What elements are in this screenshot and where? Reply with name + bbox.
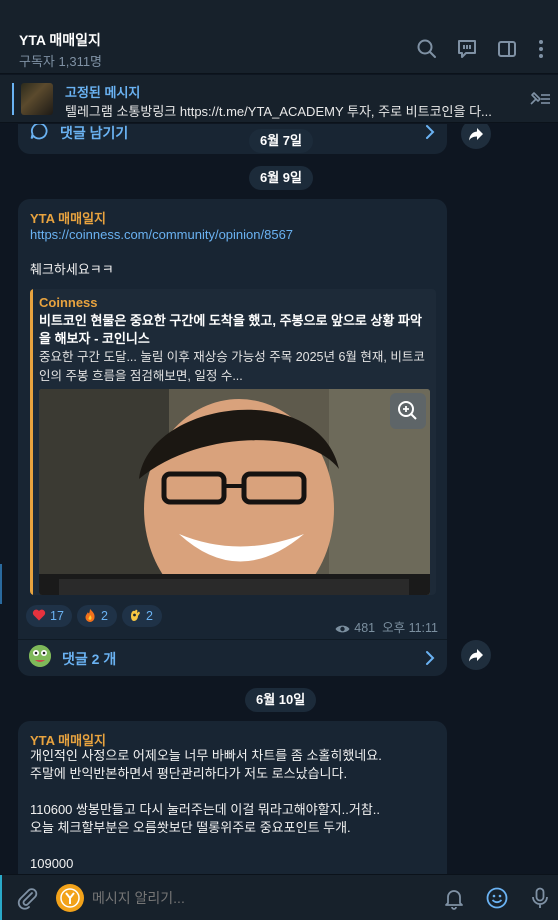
reaction-count: 2 — [101, 609, 108, 623]
message-list[interactable]: 댓글 남기기 6월 7일 6월 9일 YTA 매매일지 https://coin… — [0, 124, 558, 874]
share-arrow-icon — [469, 128, 483, 141]
sidebar-toggle-icon[interactable] — [496, 38, 518, 60]
window-top-strip — [0, 0, 558, 22]
scroll-accent — [0, 564, 2, 604]
previous-post-bubble: 댓글 남기기 — [18, 124, 447, 154]
post-text: 췌크하세요ㅋㅋ — [30, 262, 114, 277]
ok-hand-emoji-icon — [131, 609, 140, 621]
post-time: 오후 11:11 — [382, 621, 438, 635]
pinned-message-bar[interactable]: 고정된 메시지 텔레그램 소통방링크 https://t.me/YTA_ACAD… — [0, 75, 558, 123]
reaction-count: 17 — [50, 609, 64, 623]
chevron-right-icon — [426, 651, 435, 665]
share-button[interactable] — [461, 640, 491, 670]
comment-bubble-icon — [30, 124, 48, 140]
comments-label: 댓글 2 개 — [62, 651, 117, 667]
date-separator: 6월 10일 — [245, 688, 317, 712]
post-author[interactable]: YTA 매매일지 — [30, 208, 106, 227]
zoom-button[interactable] — [390, 393, 426, 429]
message-input-bar[interactable] — [0, 874, 558, 920]
share-arrow-icon — [469, 649, 483, 662]
microphone-icon[interactable] — [528, 886, 552, 910]
reaction-ok-hand[interactable]: 2 — [122, 605, 162, 627]
heart-emoji-icon — [32, 609, 46, 621]
channel-post[interactable]: YTA 매매일지 https://coinness.com/community/… — [18, 199, 447, 676]
pinned-list-icon[interactable] — [527, 89, 551, 109]
emoji-icon[interactable] — [485, 886, 509, 910]
message-input[interactable] — [92, 881, 422, 915]
preview-accent-bar — [30, 289, 33, 595]
channel-post[interactable]: YTA 매매일지 개인적인 사정으로 어제오늘 너무 바빠서 차트를 좀 소홀히… — [18, 721, 447, 874]
subscriber-count: 구독자 1,311명 — [19, 54, 103, 69]
commenter-avatar — [29, 645, 51, 667]
preview-site-name: Coinness — [39, 295, 98, 310]
preview-image[interactable] — [39, 389, 430, 595]
comments-row[interactable]: 댓글 2 개 — [18, 640, 447, 676]
pinned-thumbnail — [21, 83, 53, 115]
preview-description: 중요한 구간 도달... 눌림 이후 재상승 가능성 주목 2025년 6월 현… — [39, 350, 425, 383]
share-button[interactable] — [461, 124, 491, 149]
leave-comment-label: 댓글 남기기 — [60, 125, 129, 141]
date-separator: 6월 9일 — [249, 166, 313, 190]
post-meta: 481 오후 11:11 — [335, 617, 438, 636]
view-count: 481 — [354, 621, 376, 635]
post-text-line: 오늘 체크할부분은 오름쐇보단 떨롱위주로 중요포인트 두개. — [30, 820, 351, 835]
preview-title: 비트코인 현물은 중요한 구간에 도착을 했고, 주봉으로 앞으로 상황 파악을… — [39, 313, 422, 346]
chat-header[interactable]: YTA 매매일지 구독자 1,311명 — [0, 22, 558, 74]
fire-emoji-icon — [85, 609, 95, 622]
more-options-icon[interactable] — [530, 38, 552, 60]
channel-title[interactable]: YTA 매매일지 — [19, 30, 101, 50]
pinned-indicator — [12, 83, 14, 115]
post-text-line: 개인적인 사정으로 어제오늘 너무 바빠서 차트를 좀 소홀히했네요. — [30, 748, 382, 763]
link-preview[interactable]: Coinness 비트코인 현물은 중요한 구간에 도착을 했고, 주봉으로 앞… — [30, 289, 436, 595]
leave-comment-row[interactable]: 댓글 남기기 — [18, 124, 447, 150]
reaction-fire[interactable]: 2 — [77, 605, 117, 627]
views-eye-icon — [335, 625, 350, 633]
coin-avatar[interactable] — [56, 884, 84, 912]
post-text-line: 주말에 반익반본하면서 평단관리하다가 저도 로스났습니다. — [30, 766, 348, 781]
attach-paperclip-icon[interactable] — [15, 886, 39, 910]
pinned-text: 텔레그램 소통방링크 https://t.me/YTA_ACADEMY 투자, … — [65, 104, 492, 119]
input-left-accent — [0, 875, 2, 920]
notification-bell-icon[interactable] — [442, 886, 466, 910]
reaction-heart[interactable]: 17 — [26, 605, 72, 627]
chevron-right-icon — [426, 125, 435, 139]
post-text-line: 110600 쌍봉만들고 다시 눌러주는데 이걸 뭐라고해야할지..거참.. — [30, 802, 381, 817]
post-link[interactable]: https://coinness.com/community/opinion/8… — [30, 227, 293, 242]
coin-logo-icon — [57, 885, 83, 911]
preview-photo — [39, 389, 430, 595]
post-text-line: 109000 — [30, 856, 74, 871]
reaction-count: 2 — [146, 609, 153, 623]
zoom-in-icon — [398, 401, 417, 420]
comments-icon[interactable] — [456, 38, 478, 60]
date-separator: 6월 7일 — [249, 129, 313, 153]
pinned-title: 고정된 메시지 — [65, 85, 141, 100]
search-icon[interactable] — [416, 38, 438, 60]
frog-avatar-icon — [29, 645, 51, 667]
